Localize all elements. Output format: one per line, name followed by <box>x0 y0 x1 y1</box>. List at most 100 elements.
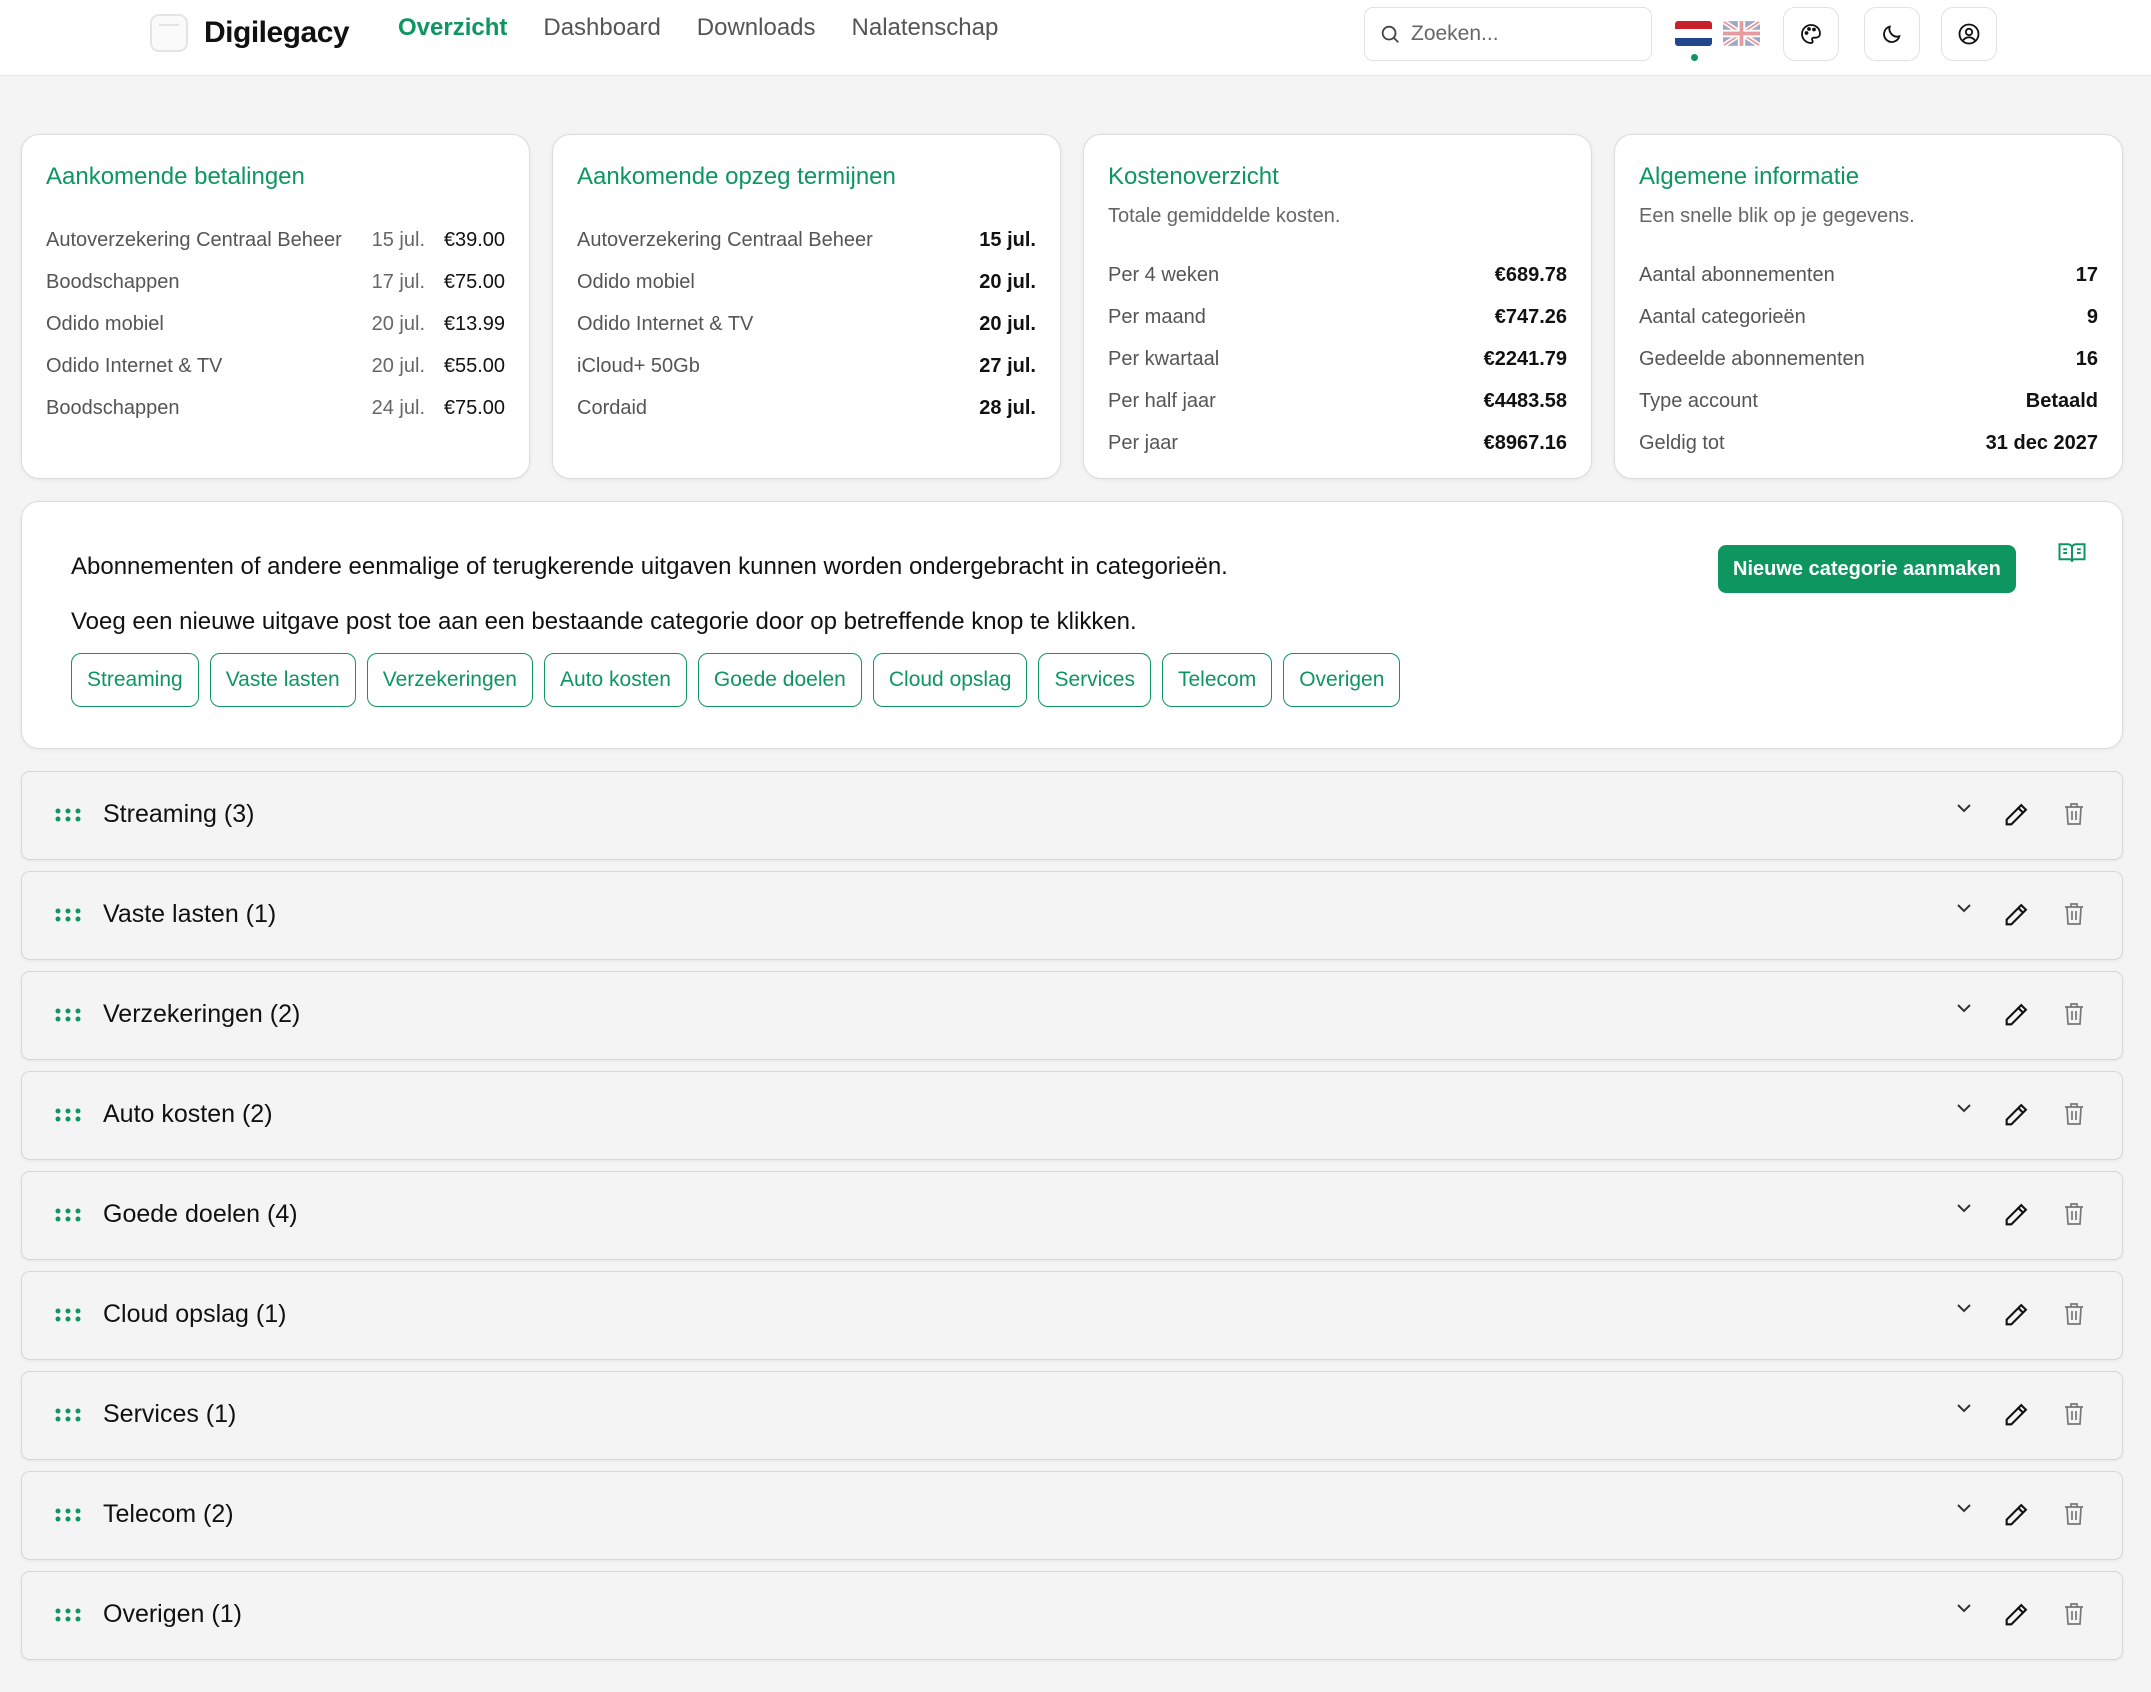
trash-icon[interactable] <box>2062 1401 2086 1432</box>
cancellation-row: iCloud+ 50Gb 27 jul. <box>577 345 1036 387</box>
drag-handle-icon[interactable] <box>55 907 81 928</box>
cancellations-list: Autoverzekering Centraal Beheer 15 jul. O… <box>577 219 1036 429</box>
flag-nl-icon[interactable] <box>1675 21 1712 46</box>
nav-overzicht[interactable]: Overzicht <box>398 14 507 42</box>
trash-icon[interactable] <box>2062 901 2086 932</box>
cancellation-date: 27 jul. <box>979 354 1036 377</box>
nav-downloads[interactable]: Downloads <box>697 14 816 42</box>
pencil-icon[interactable] <box>2002 1601 2030 1634</box>
category-row-verzekeringen[interactable]: Verzekeringen (2) <box>21 971 2123 1060</box>
chip-streaming[interactable]: Streaming <box>71 653 199 707</box>
cost-overview-card: Kostenoverzicht Totale gemiddelde kosten… <box>1083 134 1592 479</box>
chip-services[interactable]: Services <box>1038 653 1151 707</box>
info-value: 31 dec 2027 <box>1985 431 2098 454</box>
chevron-down-icon[interactable] <box>1952 1396 1976 1425</box>
cancellation-label: Odido mobiel <box>577 270 695 293</box>
cost-row: Per kwartaal €2241.79 <box>1108 338 1567 380</box>
chip-telecom[interactable]: Telecom <box>1161 653 1273 707</box>
category-row-streaming[interactable]: Streaming (3) <box>21 771 2123 860</box>
pencil-icon[interactable] <box>2002 1201 2030 1234</box>
payment-label: Boodschappen <box>46 270 180 293</box>
drag-handle-icon[interactable] <box>55 1107 81 1128</box>
category-row-services[interactable]: Services (1) <box>21 1371 2123 1460</box>
payment-amount: €75.00 <box>443 396 505 419</box>
pencil-icon[interactable] <box>2002 901 2030 934</box>
trash-icon[interactable] <box>2062 801 2086 832</box>
account-button[interactable] <box>1941 7 1997 61</box>
flag-uk-icon[interactable] <box>1723 21 1760 46</box>
category-title: Cloud opslag (1) <box>103 1300 287 1328</box>
general-info-list: Aantal abonnementen 17 Aantal categorieën… <box>1639 254 2098 464</box>
chevron-down-icon[interactable] <box>1952 796 1976 825</box>
drag-handle-icon[interactable] <box>55 807 81 828</box>
info-label: Type account <box>1639 389 1758 412</box>
info-label: Gedeelde abonnementen <box>1639 347 1865 370</box>
book-open-icon[interactable] <box>2057 538 2087 568</box>
pencil-icon[interactable] <box>2002 1401 2030 1434</box>
search-icon <box>1381 25 1399 43</box>
trash-icon[interactable] <box>2062 1501 2086 1532</box>
drag-handle-icon[interactable] <box>55 1007 81 1028</box>
category-row-telecom[interactable]: Telecom (2) <box>21 1471 2123 1560</box>
chip-goede-doelen[interactable]: Goede doelen <box>697 653 862 707</box>
cancellation-label: Odido Internet & TV <box>577 312 754 335</box>
payment-date: 20 jul. <box>371 354 425 377</box>
trash-icon[interactable] <box>2062 1301 2086 1332</box>
cost-label: Per half jaar <box>1108 389 1216 412</box>
chevron-down-icon[interactable] <box>1952 896 1976 925</box>
chip-overigen[interactable]: Overigen <box>1283 653 1401 707</box>
drag-handle-icon[interactable] <box>55 1607 81 1628</box>
category-title: Services (1) <box>103 1400 237 1428</box>
chevron-down-icon[interactable] <box>1952 1296 1976 1325</box>
category-help-text: Voeg een nieuwe uitgave post toe aan een… <box>71 608 1137 635</box>
category-row-overigen[interactable]: Overigen (1) <box>21 1571 2123 1660</box>
cost-value: €747.26 <box>1494 305 1567 328</box>
theme-palette-button[interactable] <box>1783 7 1839 61</box>
payment-row: Odido mobiel 20 jul. €13.99 <box>46 303 505 345</box>
info-label: Aantal abonnementen <box>1639 263 1835 286</box>
drag-handle-icon[interactable] <box>55 1407 81 1428</box>
drag-handle-icon[interactable] <box>55 1507 81 1528</box>
category-row-goede-doelen[interactable]: Goede doelen (4) <box>21 1171 2123 1260</box>
payment-label: Odido Internet & TV <box>46 354 223 377</box>
info-value: Betaald <box>2025 389 2098 412</box>
chevron-down-icon[interactable] <box>1952 1196 1976 1225</box>
chevron-down-icon[interactable] <box>1952 996 1976 1025</box>
brand-logo[interactable]: Digilegacy <box>150 14 350 52</box>
trash-icon[interactable] <box>2062 1101 2086 1132</box>
payment-row: Boodschappen 17 jul. €75.00 <box>46 261 505 303</box>
chip-cloud-opslag[interactable]: Cloud opslag <box>872 653 1028 707</box>
trash-icon[interactable] <box>2062 1201 2086 1232</box>
chip-verzekeringen[interactable]: Verzekeringen <box>366 653 533 707</box>
dark-mode-button[interactable] <box>1864 7 1920 61</box>
pencil-icon[interactable] <box>2002 801 2030 834</box>
nav-dashboard[interactable]: Dashboard <box>543 14 660 42</box>
pencil-icon[interactable] <box>2002 1301 2030 1334</box>
category-title: Auto kosten (2) <box>103 1100 273 1128</box>
drag-handle-icon[interactable] <box>55 1307 81 1328</box>
chevron-down-icon[interactable] <box>1952 1496 1976 1525</box>
pencil-icon[interactable] <box>2002 1501 2030 1534</box>
pencil-icon[interactable] <box>2002 1001 2030 1034</box>
chevron-down-icon[interactable] <box>1952 1596 1976 1625</box>
nav-nalatenschap[interactable]: Nalatenschap <box>852 14 999 42</box>
costs-list: Per 4 weken €689.78 Per maand €747.26 Per … <box>1108 254 1567 464</box>
pencil-icon[interactable] <box>2002 1101 2030 1134</box>
cost-label: Per 4 weken <box>1108 263 1220 286</box>
info-label: Aantal categorieën <box>1639 305 1806 328</box>
chevron-down-icon[interactable] <box>1952 1096 1976 1125</box>
category-row-vaste-lasten[interactable]: Vaste lasten (1) <box>21 871 2123 960</box>
new-category-button[interactable]: Nieuwe categorie aanmaken <box>1718 545 2016 593</box>
chip-auto-kosten[interactable]: Auto kosten <box>544 653 687 707</box>
trash-icon[interactable] <box>2062 1001 2086 1032</box>
category-row-auto-kosten[interactable]: Auto kosten (2) <box>21 1071 2123 1160</box>
trash-icon[interactable] <box>2062 1601 2086 1632</box>
payment-amount: €39.00 <box>443 228 505 251</box>
drag-handle-icon[interactable] <box>55 1207 81 1228</box>
category-row-cloud-opslag[interactable]: Cloud opslag (1) <box>21 1271 2123 1360</box>
palette-icon <box>1801 24 1821 44</box>
search-box[interactable] <box>1364 7 1652 61</box>
search-input[interactable] <box>1411 22 1631 46</box>
card-title: Algemene informatie <box>1639 163 1860 190</box>
chip-vaste-lasten[interactable]: Vaste lasten <box>209 653 356 707</box>
